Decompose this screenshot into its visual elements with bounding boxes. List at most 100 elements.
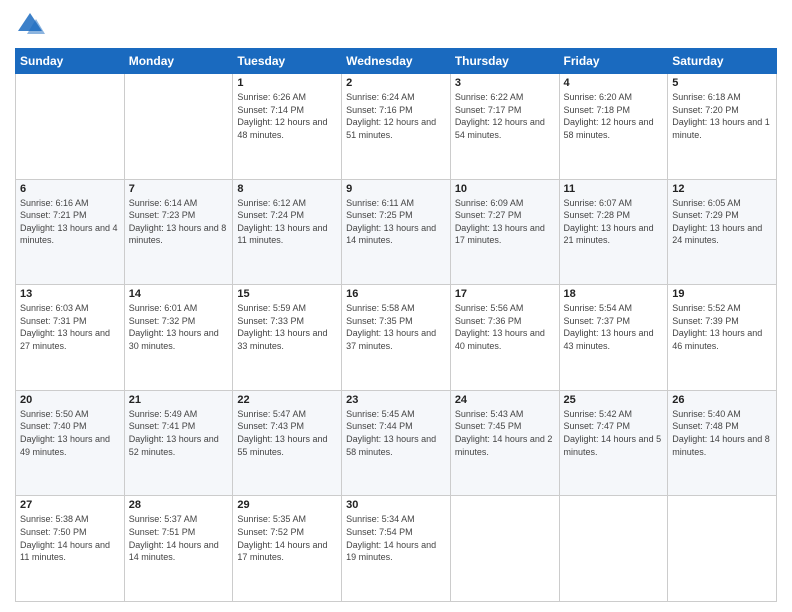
day-info: Sunrise: 6:20 AM Sunset: 7:18 PM Dayligh…	[564, 91, 664, 141]
calendar-week-row: 6 Sunrise: 6:16 AM Sunset: 7:21 PM Daylig…	[16, 179, 777, 285]
day-number: 21	[129, 394, 229, 406]
day-info: Sunrise: 6:26 AM Sunset: 7:14 PM Dayligh…	[237, 91, 337, 141]
day-info: Sunrise: 5:49 AM Sunset: 7:41 PM Dayligh…	[129, 408, 229, 458]
day-number: 17	[455, 288, 555, 300]
day-info: Sunrise: 5:34 AM Sunset: 7:54 PM Dayligh…	[346, 513, 446, 563]
calendar-cell: 22Sunrise: 5:47 AM Sunset: 7:43 PM Dayli…	[233, 390, 342, 496]
calendar-week-row: 1 Sunrise: 6:26 AM Sunset: 7:14 PM Daylig…	[16, 74, 777, 180]
calendar-header-row: SundayMondayTuesdayWednesdayThursdayFrid…	[16, 49, 777, 74]
calendar-cell: 23 Sunrise: 5:45 AM Sunset: 7:44 PM Dayli…	[342, 390, 451, 496]
calendar-cell	[559, 496, 668, 602]
day-info: Sunrise: 5:45 AM Sunset: 7:44 PM Dayligh…	[346, 408, 446, 458]
day-number: 1	[237, 77, 337, 89]
calendar-cell: 8Sunrise: 6:12 AM Sunset: 7:24 PM Daylig…	[233, 179, 342, 285]
day-number: 25	[564, 394, 664, 406]
day-number: 19	[672, 288, 772, 300]
calendar-cell	[16, 74, 125, 180]
calendar-cell: 4 Sunrise: 6:20 AM Sunset: 7:18 PM Daylig…	[559, 74, 668, 180]
day-info: Sunrise: 5:56 AM Sunset: 7:36 PM Dayligh…	[455, 302, 555, 352]
day-number: 14	[129, 288, 229, 300]
day-info: Sunrise: 5:40 AM Sunset: 7:48 PM Dayligh…	[672, 408, 772, 458]
calendar-cell: 14 Sunrise: 6:01 AM Sunset: 7:32 PM Dayli…	[124, 285, 233, 391]
calendar-cell: 18 Sunrise: 5:54 AM Sunset: 7:37 PM Dayli…	[559, 285, 668, 391]
calendar-day-header: Tuesday	[233, 49, 342, 74]
calendar-cell: 10 Sunrise: 6:09 AM Sunset: 7:27 PM Dayli…	[450, 179, 559, 285]
day-info: Sunrise: 5:59 AM Sunset: 7:33 PM Dayligh…	[237, 302, 337, 352]
day-info: Sunrise: 5:35 AM Sunset: 7:52 PM Dayligh…	[237, 513, 337, 563]
day-number: 11	[564, 183, 664, 195]
calendar-cell: 7 Sunrise: 6:14 AM Sunset: 7:23 PM Daylig…	[124, 179, 233, 285]
calendar-cell: 9 Sunrise: 6:11 AM Sunset: 7:25 PM Daylig…	[342, 179, 451, 285]
calendar-cell: 26Sunrise: 5:40 AM Sunset: 7:48 PM Dayli…	[668, 390, 777, 496]
calendar-day-header: Friday	[559, 49, 668, 74]
calendar-day-header: Sunday	[16, 49, 125, 74]
day-number: 5	[672, 77, 772, 89]
day-number: 6	[20, 183, 120, 195]
calendar-cell: 24 Sunrise: 5:43 AM Sunset: 7:45 PM Dayli…	[450, 390, 559, 496]
day-number: 29	[237, 499, 337, 511]
calendar-day-header: Wednesday	[342, 49, 451, 74]
day-info: Sunrise: 6:14 AM Sunset: 7:23 PM Dayligh…	[129, 197, 229, 247]
day-info: Sunrise: 6:09 AM Sunset: 7:27 PM Dayligh…	[455, 197, 555, 247]
day-info: Sunrise: 6:11 AM Sunset: 7:25 PM Dayligh…	[346, 197, 446, 247]
calendar-cell: 16 Sunrise: 5:58 AM Sunset: 7:35 PM Dayli…	[342, 285, 451, 391]
day-info: Sunrise: 6:18 AM Sunset: 7:20 PM Dayligh…	[672, 91, 772, 141]
day-number: 18	[564, 288, 664, 300]
day-number: 13	[20, 288, 120, 300]
calendar-cell: 2 Sunrise: 6:24 AM Sunset: 7:16 PM Daylig…	[342, 74, 451, 180]
header	[15, 10, 777, 40]
calendar-day-header: Thursday	[450, 49, 559, 74]
day-number: 9	[346, 183, 446, 195]
day-number: 28	[129, 499, 229, 511]
day-number: 7	[129, 183, 229, 195]
day-number: 16	[346, 288, 446, 300]
day-number: 2	[346, 77, 446, 89]
calendar-week-row: 20Sunrise: 5:50 AM Sunset: 7:40 PM Dayli…	[16, 390, 777, 496]
logo-icon	[15, 10, 45, 40]
day-info: Sunrise: 6:24 AM Sunset: 7:16 PM Dayligh…	[346, 91, 446, 141]
day-info: Sunrise: 6:01 AM Sunset: 7:32 PM Dayligh…	[129, 302, 229, 352]
day-number: 27	[20, 499, 120, 511]
day-number: 15	[237, 288, 337, 300]
calendar-cell: 20Sunrise: 5:50 AM Sunset: 7:40 PM Dayli…	[16, 390, 125, 496]
day-info: Sunrise: 6:16 AM Sunset: 7:21 PM Dayligh…	[20, 197, 120, 247]
calendar-cell: 3 Sunrise: 6:22 AM Sunset: 7:17 PM Daylig…	[450, 74, 559, 180]
day-info: Sunrise: 6:22 AM Sunset: 7:17 PM Dayligh…	[455, 91, 555, 141]
day-number: 4	[564, 77, 664, 89]
day-info: Sunrise: 5:37 AM Sunset: 7:51 PM Dayligh…	[129, 513, 229, 563]
calendar-table: SundayMondayTuesdayWednesdayThursdayFrid…	[15, 48, 777, 602]
day-info: Sunrise: 6:03 AM Sunset: 7:31 PM Dayligh…	[20, 302, 120, 352]
page: SundayMondayTuesdayWednesdayThursdayFrid…	[0, 0, 792, 612]
day-info: Sunrise: 5:42 AM Sunset: 7:47 PM Dayligh…	[564, 408, 664, 458]
calendar-cell: 12Sunrise: 6:05 AM Sunset: 7:29 PM Dayli…	[668, 179, 777, 285]
calendar-cell: 17 Sunrise: 5:56 AM Sunset: 7:36 PM Dayli…	[450, 285, 559, 391]
calendar-cell: 28 Sunrise: 5:37 AM Sunset: 7:51 PM Dayli…	[124, 496, 233, 602]
day-info: Sunrise: 5:43 AM Sunset: 7:45 PM Dayligh…	[455, 408, 555, 458]
day-number: 8	[237, 183, 337, 195]
calendar-cell: 29 Sunrise: 5:35 AM Sunset: 7:52 PM Dayli…	[233, 496, 342, 602]
calendar-day-header: Saturday	[668, 49, 777, 74]
calendar-cell: 13 Sunrise: 6:03 AM Sunset: 7:31 PM Dayli…	[16, 285, 125, 391]
calendar-cell: 15 Sunrise: 5:59 AM Sunset: 7:33 PM Dayli…	[233, 285, 342, 391]
calendar-cell: 27 Sunrise: 5:38 AM Sunset: 7:50 PM Dayli…	[16, 496, 125, 602]
logo	[15, 10, 49, 40]
calendar-cell: 19Sunrise: 5:52 AM Sunset: 7:39 PM Dayli…	[668, 285, 777, 391]
day-info: Sunrise: 5:58 AM Sunset: 7:35 PM Dayligh…	[346, 302, 446, 352]
day-number: 3	[455, 77, 555, 89]
day-number: 30	[346, 499, 446, 511]
day-info: Sunrise: 6:07 AM Sunset: 7:28 PM Dayligh…	[564, 197, 664, 247]
calendar-cell	[668, 496, 777, 602]
day-number: 22	[237, 394, 337, 406]
calendar-day-header: Monday	[124, 49, 233, 74]
day-number: 10	[455, 183, 555, 195]
calendar-cell: 25 Sunrise: 5:42 AM Sunset: 7:47 PM Dayli…	[559, 390, 668, 496]
calendar-week-row: 27 Sunrise: 5:38 AM Sunset: 7:50 PM Dayli…	[16, 496, 777, 602]
calendar-cell: 6 Sunrise: 6:16 AM Sunset: 7:21 PM Daylig…	[16, 179, 125, 285]
day-info: Sunrise: 5:38 AM Sunset: 7:50 PM Dayligh…	[20, 513, 120, 563]
calendar-cell: 30 Sunrise: 5:34 AM Sunset: 7:54 PM Dayli…	[342, 496, 451, 602]
day-number: 23	[346, 394, 446, 406]
calendar-cell: 11 Sunrise: 6:07 AM Sunset: 7:28 PM Dayli…	[559, 179, 668, 285]
day-info: Sunrise: 5:54 AM Sunset: 7:37 PM Dayligh…	[564, 302, 664, 352]
calendar-cell	[450, 496, 559, 602]
day-number: 24	[455, 394, 555, 406]
